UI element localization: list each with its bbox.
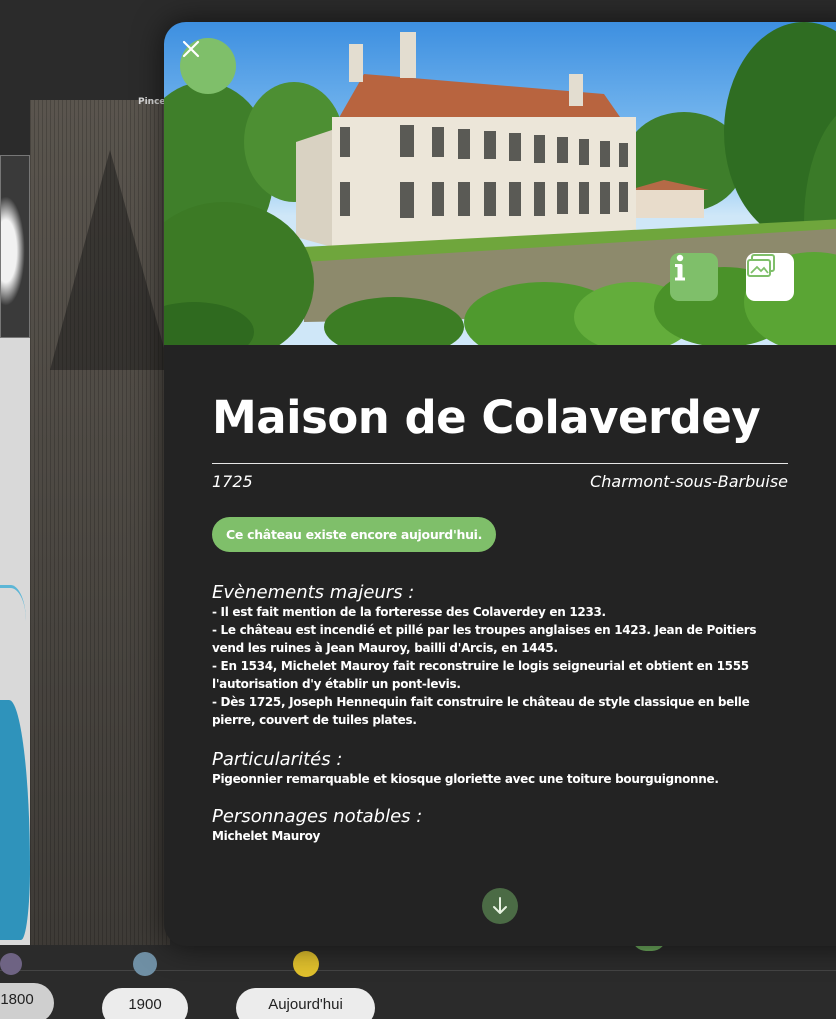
map-lake [0,700,30,940]
title-divider [212,462,788,464]
arrow-down-icon [493,897,507,914]
timeline-dot[interactable] [0,953,22,975]
scroll-down-button[interactable] [482,888,518,924]
status-badge: Ce château existe encore aujourd'hui. [212,516,497,552]
close-button[interactable] [180,38,236,94]
timeline: 1800 1900 Aujourd'hui [0,937,836,1019]
event-item: - Il est fait mention de la forteresse d… [212,604,606,619]
gallery-icon [747,254,775,277]
engraving-spire [50,150,170,370]
people-heading: Personnages notables : [212,805,423,827]
close-icon [182,40,200,58]
gallery-button[interactable] [746,253,794,301]
event-item: - En 1534, Michelet Mauroy fait reconstr… [212,658,749,691]
map-river [0,585,26,645]
timeline-button-today[interactable]: Aujourd'hui [236,988,375,1019]
timeline-track [0,970,836,971]
info-icon [675,254,685,281]
background-engraving [30,100,170,960]
location: Charmont-sous-Barbuise [590,471,788,491]
event-item: - Le château est incendié et pillé par l… [212,622,757,655]
background-label: Pince [138,97,166,107]
timeline-button-1800[interactable]: 1800 [0,983,54,1019]
people-text: Michelet Mauroy [212,828,321,843]
meta-row: 1725 Charmont-sous-Barbuise [212,472,788,491]
event-item: - Dès 1725, Joseph Hennequin fait constr… [212,694,750,727]
page-title: Maison de Colaverdey [212,391,761,444]
background-map [0,155,30,957]
particularities-heading: Particularités : [212,748,343,770]
chateau-details: Maison de Colaverdey 1725 Charmont-sous-… [212,345,788,845]
timeline-dot[interactable] [133,952,157,976]
events-list: - Il est fait mention de la forteresse d… [212,603,788,729]
timeline-button-1900[interactable]: 1900 [102,988,188,1019]
construction-year: 1725 [212,471,253,491]
map-inset [0,155,30,338]
particularities-text: Pigeonnier remarquable et kiosque glorie… [212,771,719,786]
chateau-photo [164,22,836,345]
info-button[interactable] [670,253,718,301]
timeline-dot[interactable] [293,951,319,977]
events-heading: Evènements majeurs : [212,581,415,603]
chateau-detail-panel: Maison de Colaverdey 1725 Charmont-sous-… [164,22,836,946]
chateau-photo-illustration [164,22,836,345]
